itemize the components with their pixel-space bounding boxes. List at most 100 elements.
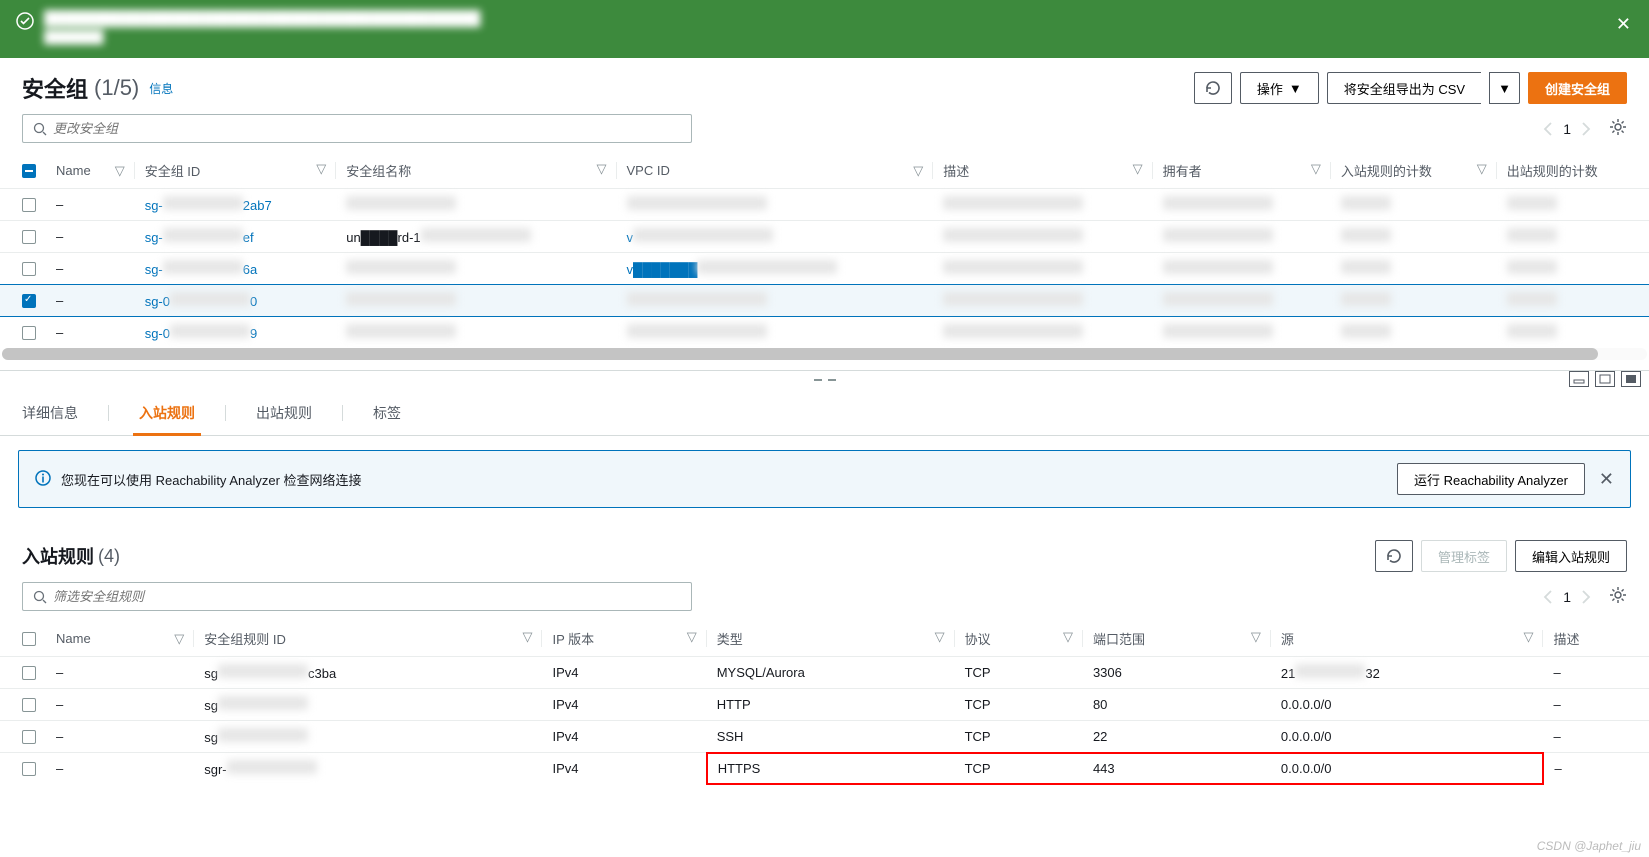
sg-col-desc[interactable]: 描述 ▽ — [933, 153, 1152, 189]
table-row[interactable]: –sgIPv4SSHTCP220.0.0.0/0– — [0, 721, 1649, 753]
row-checkbox[interactable] — [22, 198, 36, 212]
rules-col-id[interactable]: 安全组规则 ID ▽ — [194, 621, 542, 657]
cell-sg-id[interactable]: sg-6a — [135, 253, 337, 285]
cell-sg-id[interactable]: sg-09 — [135, 317, 337, 349]
table-row[interactable]: –sgr-IPv4HTTPSTCP4430.0.0.0/0– — [0, 753, 1649, 785]
rules-select-all[interactable] — [0, 621, 46, 657]
rules-col-ip[interactable]: IP 版本 ▽ — [542, 621, 706, 657]
sg-col-sgname[interactable]: 安全组名称 ▽ — [336, 153, 616, 189]
horizontal-scrollbar[interactable] — [2, 348, 1647, 360]
cell-name: – — [46, 721, 194, 753]
row-checkbox[interactable] — [22, 762, 36, 776]
sort-icon: ▽ — [913, 163, 923, 179]
cell-vpc[interactable]: v███████ — [617, 253, 934, 285]
export-dropdown-button[interactable]: ▼ — [1489, 72, 1520, 104]
cell-sg-id[interactable]: sg-2ab7 — [135, 189, 337, 221]
table-row[interactable]: –sgc3baIPv4MYSQL/AuroraTCP33062132– — [0, 657, 1649, 689]
rules-col-desc[interactable]: 描述 — [1543, 621, 1649, 657]
rules-search-input[interactable] — [53, 589, 681, 604]
row-checkbox[interactable] — [22, 230, 36, 244]
cell-vpc[interactable] — [617, 189, 934, 221]
row-checkbox[interactable] — [22, 326, 36, 340]
rules-col-port[interactable]: 端口范围 ▽ — [1083, 621, 1271, 657]
row-checkbox[interactable] — [22, 294, 36, 308]
search-input[interactable] — [53, 121, 681, 136]
pager-next-icon[interactable] — [1581, 122, 1591, 136]
sg-col-name[interactable]: Name ▽ — [46, 153, 135, 189]
cell-source: 0.0.0.0/0 — [1271, 689, 1544, 721]
cell-vpc[interactable]: v — [617, 221, 934, 253]
minimize-panel-button[interactable] — [1569, 371, 1589, 387]
tab-0[interactable]: 详细信息 — [22, 391, 78, 435]
pager-next-icon[interactable] — [1581, 590, 1591, 604]
cell-rule-id: sgr- — [194, 753, 542, 785]
cell-port: 22 — [1083, 721, 1271, 753]
table-row[interactable]: –sg-efun████rd-1v — [0, 221, 1649, 253]
row-checkbox[interactable] — [22, 730, 36, 744]
row-checkbox[interactable] — [22, 698, 36, 712]
fullscreen-panel-button[interactable] — [1621, 371, 1641, 387]
pager-prev-icon[interactable] — [1543, 590, 1553, 604]
sg-col-id[interactable]: 安全组 ID ▽ — [135, 153, 337, 189]
cell-sg-id[interactable]: sg-ef — [135, 221, 337, 253]
cell-proto: TCP — [955, 657, 1083, 689]
rules-col-proto[interactable]: 协议 ▽ — [955, 621, 1083, 657]
sg-col-owner[interactable]: 拥有者 ▽ — [1153, 153, 1331, 189]
cell-rule-id: sg — [194, 689, 542, 721]
page-title-count: (1/5) — [94, 75, 139, 101]
close-icon[interactable]: ✕ — [1599, 469, 1614, 490]
sg-col-out[interactable]: 出站规则的计数 — [1497, 153, 1649, 189]
refresh-rules-button[interactable] — [1375, 540, 1413, 572]
cell-proto: TCP — [955, 753, 1083, 785]
cell-type: SSH — [707, 721, 955, 753]
table-row[interactable]: –sgIPv4HTTPTCP800.0.0.0/0– — [0, 689, 1649, 721]
manage-tags-button[interactable]: 管理标签 — [1421, 540, 1507, 572]
pager-prev-icon[interactable] — [1543, 122, 1553, 136]
cell-owner — [1153, 221, 1331, 253]
sort-icon: ▽ — [1133, 161, 1143, 177]
row-checkbox[interactable] — [22, 262, 36, 276]
tab-3[interactable]: 标签 — [373, 391, 401, 435]
panel-splitter[interactable] — [0, 371, 1649, 391]
table-row[interactable]: –sg-09 — [0, 317, 1649, 349]
sort-icon: ▽ — [174, 631, 184, 647]
sg-col-in[interactable]: 入站规则的计数 ▽ — [1331, 153, 1497, 189]
sg-col-vpc[interactable]: VPC ID ▽ — [617, 153, 934, 189]
gear-icon — [1609, 586, 1627, 604]
cell-desc: – — [1543, 657, 1649, 689]
table-row[interactable]: –sg-6av███████ — [0, 253, 1649, 285]
refresh-button[interactable] — [1194, 72, 1232, 104]
pager-page: 1 — [1563, 121, 1571, 137]
sg-select-all[interactable] — [0, 153, 46, 189]
table-row[interactable]: –sg-00 — [0, 285, 1649, 317]
tab-2[interactable]: 出站规则 — [256, 391, 312, 435]
rules-settings-button[interactable] — [1609, 586, 1627, 607]
create-sg-button[interactable]: 创建安全组 — [1528, 72, 1627, 104]
search-input-wrap[interactable] — [22, 114, 692, 143]
settings-button[interactable] — [1609, 118, 1627, 139]
tab-1[interactable]: 入站规则 — [139, 391, 195, 435]
sort-icon: ▽ — [115, 163, 125, 179]
cell-in — [1331, 221, 1497, 253]
cell-out — [1497, 285, 1649, 317]
cell-source: 0.0.0.0/0 — [1271, 753, 1544, 785]
edit-inbound-rules-button[interactable]: 编辑入站规则 — [1515, 540, 1627, 572]
cell-vpc[interactable] — [617, 317, 934, 349]
run-analyzer-button[interactable]: 运行 Reachability Analyzer — [1397, 463, 1585, 495]
refresh-icon — [1386, 548, 1402, 564]
actions-dropdown[interactable]: 操作 ▼ — [1240, 72, 1319, 104]
cell-in — [1331, 253, 1497, 285]
maximize-panel-button[interactable] — [1595, 371, 1615, 387]
info-link[interactable]: 信息 — [149, 80, 173, 97]
close-icon[interactable]: ✕ — [1616, 14, 1631, 35]
rules-pager: 1 — [1543, 589, 1591, 605]
table-row[interactable]: –sg-2ab7 — [0, 189, 1649, 221]
row-checkbox[interactable] — [22, 666, 36, 680]
rules-search-wrap[interactable] — [22, 582, 692, 611]
export-csv-button[interactable]: 将安全组导出为 CSV — [1327, 72, 1481, 104]
cell-vpc[interactable] — [617, 285, 934, 317]
rules-col-name[interactable]: Name ▽ — [46, 621, 194, 657]
cell-sg-id[interactable]: sg-00 — [135, 285, 337, 317]
rules-col-type[interactable]: 类型 ▽ — [707, 621, 955, 657]
rules-col-src[interactable]: 源 ▽ — [1271, 621, 1544, 657]
